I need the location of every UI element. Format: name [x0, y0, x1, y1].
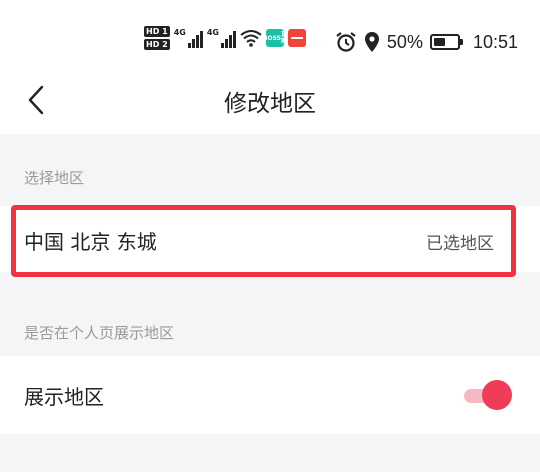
- signal-sim2-icon: 4G: [207, 28, 236, 48]
- location-icon: [364, 32, 379, 52]
- clock: 10:51: [472, 31, 518, 52]
- battery-percent: 50%: [386, 31, 423, 52]
- status-bar-left: HD 1 HD 2 4G 4G BOSS 直聘: [144, 22, 306, 54]
- section-label-display: 是否在个人页展示地区: [24, 324, 175, 342]
- hd-sim1-icon: HD 1: [144, 26, 170, 37]
- page-title: 修改地区: [224, 91, 316, 117]
- wifi-icon: [240, 30, 262, 47]
- alarm-icon: [336, 32, 356, 52]
- signal-sim1-icon: 4G: [174, 28, 203, 48]
- toggle-knob: [482, 380, 512, 410]
- section-label-region: 选择地区: [24, 169, 85, 187]
- current-region: 中国 北京 东城: [24, 230, 157, 254]
- hd-sim2-icon: HD 2: [144, 39, 170, 50]
- status-bar: HD 1 HD 2 4G 4G BOSS 直聘 50% 10:51: [0, 0, 540, 70]
- boss-app-icon: BOSS 直聘: [262, 29, 287, 47]
- app-notification-icon: [287, 29, 306, 47]
- show-region-label: 展示地区: [24, 385, 104, 409]
- status-bar-right: 50% 10:51: [335, 27, 518, 57]
- nav-header: 修改地区: [0, 70, 540, 134]
- show-region-toggle[interactable]: [464, 379, 514, 411]
- region-select-row[interactable]: 中国 北京 东城 已选地区: [0, 206, 540, 272]
- selected-region-hint: 已选地区: [426, 234, 494, 254]
- show-region-row: 展示地区: [0, 356, 540, 434]
- battery-icon: [429, 34, 463, 50]
